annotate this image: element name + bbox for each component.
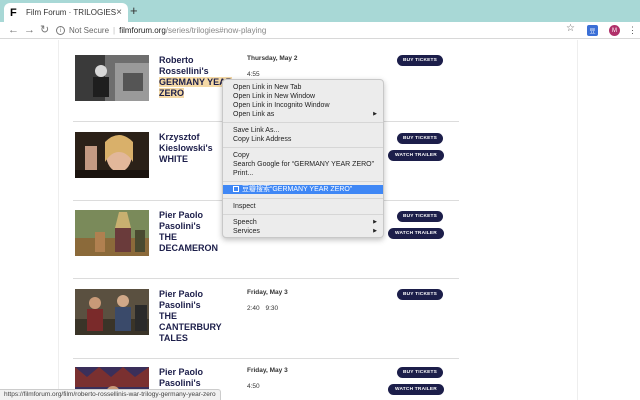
menu-item-label: Open Link in New Tab (233, 84, 302, 91)
film-title-link[interactable]: Pier Paolo Pasolini's THE CANTERBURY TAL… (159, 289, 249, 344)
menu-separator (223, 214, 383, 215)
menu-item-save-link-as[interactable]: Save Link As... (223, 126, 383, 135)
menu-item-services[interactable]: Services ▶ (223, 227, 383, 236)
film-title-line: THE (159, 311, 177, 321)
menu-item-label: 豆瓣搜索“GERMANY YEAR ZERO” (242, 186, 353, 193)
watch-trailer-button[interactable]: WATCH TRAILER (388, 384, 444, 395)
menu-item-label: Services (233, 228, 260, 235)
film-title-line: CANTERBURY (159, 322, 222, 332)
menu-item-label: Open Link in New Window (233, 93, 316, 100)
buy-tickets-button[interactable]: BUY TICKETS (397, 211, 443, 222)
buy-tickets-button[interactable]: BUY TICKETS (397, 289, 443, 300)
tab-title: Film Forum · TRILOGIES (26, 8, 117, 17)
menu-item-open-new-tab[interactable]: Open Link in New Tab (223, 83, 383, 92)
buy-tickets-button[interactable]: BUY TICKETS (397, 367, 443, 378)
row-divider (73, 278, 459, 279)
menu-item-open-link-as[interactable]: Open Link as ▶ (223, 110, 383, 119)
menu-item-label: Inspect (233, 203, 256, 210)
menu-item-inspect[interactable]: Inspect (223, 202, 383, 211)
watch-trailer-button[interactable]: WATCH TRAILER (388, 228, 444, 239)
film-title-link[interactable]: Pier Paolo Pasolini's (159, 367, 249, 389)
buy-tickets-button[interactable]: BUY TICKETS (397, 133, 443, 144)
showtime-date: Thursday, May 2 (247, 55, 298, 62)
menu-separator (223, 198, 383, 199)
film-title-line: Pier Paolo (159, 367, 204, 377)
film-title-line: Rossellini's (159, 66, 209, 76)
menu-item-label: Copy Link Address (233, 136, 292, 143)
tab-strip: F Film Forum · TRILOGIES × + (0, 0, 640, 22)
new-tab-plus-icon[interactable]: + (130, 4, 138, 18)
row-divider (73, 358, 459, 359)
menu-item-label: Copy (233, 152, 250, 159)
menu-item-label: Speech (233, 219, 257, 226)
showtime-date: Friday, May 3 (247, 289, 288, 296)
menu-item-search-google[interactable]: Search Google for “GERMANY YEAR ZERO” (223, 160, 383, 169)
showtime-link[interactable]: 2:40 9:30 (247, 305, 278, 312)
film-title-highlight: ZERO (159, 88, 185, 98)
profile-avatar[interactable]: M (609, 25, 620, 36)
browser-menu-icon[interactable]: ⋮ (628, 24, 637, 36)
film-still-image[interactable] (75, 55, 149, 101)
watch-trailer-button[interactable]: WATCH TRAILER (388, 150, 444, 161)
film-title-line: Pasolini's (159, 300, 201, 310)
close-tab-icon[interactable]: × (116, 7, 122, 18)
address-bar[interactable]: i Not Secure | filmforum.org /series/tri… (56, 23, 576, 38)
reload-icon[interactable]: ↻ (40, 23, 49, 37)
back-arrow-icon[interactable]: ← (8, 23, 19, 37)
douban-icon (233, 186, 239, 192)
info-icon[interactable]: i (56, 26, 65, 35)
browser-toolbar: ← → ↻ i Not Secure | filmforum.org /seri… (0, 22, 640, 39)
film-title-line: Roberto (159, 55, 194, 65)
menu-item-open-incognito[interactable]: Open Link in Incognito Window (223, 101, 383, 110)
buy-tickets-button[interactable]: BUY TICKETS (397, 55, 443, 66)
url-separator: | (113, 26, 116, 35)
menu-item-copy[interactable]: Copy (223, 151, 383, 160)
forward-arrow-icon[interactable]: → (24, 23, 35, 37)
menu-item-label: Print... (233, 170, 254, 177)
film-still-image[interactable] (75, 289, 149, 335)
link-status-bar: https://filmforum.org/film/roberto-rosse… (0, 389, 221, 400)
bookmark-star-icon[interactable]: ☆ (566, 23, 575, 34)
film-title-line: Pasolini's (159, 378, 201, 388)
url-host: filmforum.org (119, 26, 166, 35)
douban-extension-icon[interactable]: 豆 (587, 25, 598, 36)
submenu-arrow-icon: ▶ (373, 111, 377, 117)
menu-item-label: Save Link As... (233, 127, 280, 134)
film-still-image[interactable] (75, 210, 149, 256)
film-title-line: Pier Paolo (159, 289, 204, 299)
film-forum-favicon-icon: F (10, 6, 17, 19)
menu-item-label: Open Link as (233, 111, 275, 118)
menu-item-open-new-window[interactable]: Open Link in New Window (223, 92, 383, 101)
menu-separator (223, 147, 383, 148)
menu-separator (223, 181, 383, 182)
menu-item-speech[interactable]: Speech ▶ (223, 218, 383, 227)
menu-separator (223, 122, 383, 123)
menu-item-print[interactable]: Print... (223, 169, 383, 178)
not-secure-label: Not Secure (69, 26, 110, 35)
menu-item-copy-link-address[interactable]: Copy Link Address (223, 135, 383, 144)
menu-item-label: Open Link in Incognito Window (233, 102, 330, 109)
showtime-date: Friday, May 3 (247, 367, 288, 374)
menu-item-label: Search Google for “GERMANY YEAR ZERO” (233, 161, 374, 168)
menu-item-douban-search[interactable]: 豆瓣搜索“GERMANY YEAR ZERO” (223, 185, 383, 194)
tab-film-forum[interactable]: F Film Forum · TRILOGIES × (4, 3, 128, 22)
film-title-line: DECAMERON (159, 243, 219, 253)
film-title-line: TALES (159, 333, 188, 343)
submenu-arrow-icon: ▶ (373, 219, 377, 225)
url-path: /series/trilogies#now-playing (165, 26, 267, 35)
showtime-link[interactable]: 4:50 (247, 383, 260, 390)
film-still-image[interactable] (75, 132, 149, 178)
showtime-link[interactable]: 4:55 (247, 71, 260, 78)
submenu-arrow-icon: ▶ (373, 228, 377, 234)
context-menu: Open Link in New Tab Open Link in New Wi… (222, 79, 384, 238)
